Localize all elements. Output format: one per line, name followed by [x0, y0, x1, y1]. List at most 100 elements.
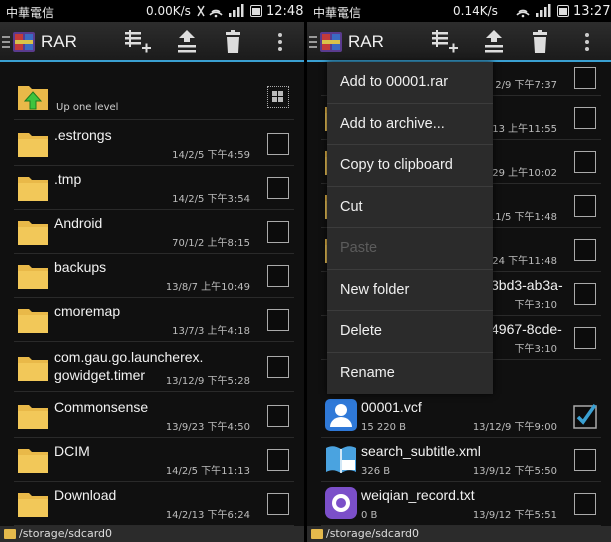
list-item[interactable]: .tmp 14/2/5 下午3:54: [14, 166, 294, 210]
battery-icon: [557, 5, 569, 17]
item-date: 14/2/5 下午3:54: [172, 194, 250, 205]
folder-icon: [311, 529, 323, 539]
extract-icon[interactable]: [172, 28, 202, 56]
list-item[interactable]: DCIM 14/2/5 下午11:13: [14, 438, 294, 482]
item-name: backups: [54, 259, 107, 275]
item-date: 13/12/9 下午5:28: [165, 376, 250, 387]
item-name: cmoremap: [54, 303, 121, 319]
item-name: weiqian_record.txt: [361, 487, 475, 503]
item-size: 0 B: [361, 510, 378, 521]
item-checkbox[interactable]: [574, 195, 596, 217]
item-name-line2: gowidget.timer: [54, 367, 146, 383]
item-name: .estrongs: [54, 127, 112, 143]
status-bar: 中華電信 0.14K/s 13:27: [307, 0, 611, 22]
item-date: 下午3:10: [514, 300, 557, 311]
overflow-menu-icon[interactable]: [577, 28, 597, 56]
current-path: /storage/sdcard0: [326, 527, 420, 540]
item-checkbox[interactable]: [574, 151, 596, 173]
item-checkbox[interactable]: [267, 177, 289, 199]
up-one-level-label: Up one level: [56, 102, 119, 113]
item-checkbox-checked[interactable]: [571, 401, 599, 429]
context-menu: Add to 00001.rar Add to archive... Copy …: [327, 62, 493, 394]
rar-logo-icon[interactable]: [319, 31, 343, 53]
item-date: 29 上午10:02: [492, 168, 557, 179]
menu-cut[interactable]: Cut: [327, 187, 493, 228]
item-name: search_subtitle.xml: [361, 443, 481, 459]
app-title: RAR: [41, 32, 77, 51]
list-item[interactable]: 00001.vcf 15 220 B 13/12/9 下午9:00: [321, 394, 601, 438]
grid-view-toggle[interactable]: [267, 86, 289, 108]
drawer-icon[interactable]: [2, 35, 10, 49]
folder-icon: [18, 221, 48, 245]
folder-icon: [18, 177, 48, 201]
item-checkbox[interactable]: [574, 493, 596, 515]
status-bar: 中華電信 0.00K/s 12:48: [0, 0, 304, 22]
add-to-archive-icon[interactable]: [123, 28, 153, 56]
folder-icon: [4, 529, 16, 539]
file-list: Up one level .estrongs 14/2/5 下午4:59 .tm…: [0, 64, 304, 526]
up-one-level-row[interactable]: Up one level: [14, 72, 294, 120]
item-name: 3bd3-ab3a-: [491, 277, 563, 293]
item-checkbox[interactable]: [574, 107, 596, 129]
signal-icons: [197, 4, 244, 18]
rar-logo-icon[interactable]: [12, 31, 36, 53]
menu-paste: Paste: [327, 228, 493, 270]
item-checkbox[interactable]: [574, 327, 596, 349]
action-bar: RAR: [0, 22, 304, 62]
item-checkbox[interactable]: [267, 265, 289, 287]
item-size: 326 B: [361, 466, 391, 477]
item-name: 4967-8cde-: [491, 321, 562, 337]
trash-icon[interactable]: [525, 28, 555, 56]
list-item[interactable]: Commonsense 13/9/23 下午4:50: [14, 394, 294, 438]
signal-icons: [516, 4, 551, 18]
item-checkbox[interactable]: [267, 449, 289, 471]
item-checkbox[interactable]: [574, 449, 596, 471]
item-date: 14/2/5 下午4:59: [172, 150, 250, 161]
path-bar: /storage/sdcard0: [0, 526, 304, 542]
item-checkbox[interactable]: [267, 493, 289, 515]
extract-icon[interactable]: [479, 28, 509, 56]
item-checkbox[interactable]: [574, 283, 596, 305]
app-title: RAR: [348, 32, 384, 51]
overflow-menu-icon[interactable]: [270, 28, 290, 56]
list-item[interactable]: weiqian_record.txt 0 B 13/9/12 下午5:51: [321, 482, 601, 526]
item-name: DCIM: [54, 443, 90, 459]
list-item[interactable]: Download 14/2/13 下午6:24: [14, 482, 294, 526]
contact-icon: [325, 399, 357, 431]
menu-delete[interactable]: Delete: [327, 311, 493, 353]
folder-icon: [18, 133, 48, 157]
list-item[interactable]: search_subtitle.xml 326 B 13/9/12 下午5:50: [321, 438, 601, 482]
add-to-archive-icon[interactable]: [430, 28, 460, 56]
item-date: 13/9/23 下午4:50: [165, 422, 250, 433]
menu-add-to-archive[interactable]: Add to archive...: [327, 104, 493, 145]
list-item[interactable]: cmoremap 13/7/3 上午4:18: [14, 298, 294, 342]
list-item[interactable]: backups 13/8/7 上午10:49: [14, 254, 294, 298]
item-checkbox[interactable]: [267, 221, 289, 243]
menu-rename[interactable]: Rename: [327, 353, 493, 395]
menu-add-to-rar[interactable]: Add to 00001.rar: [327, 62, 493, 104]
item-date: 13/9/12 下午5:51: [472, 510, 557, 521]
item-checkbox[interactable]: [267, 356, 289, 378]
trash-icon[interactable]: [218, 28, 248, 56]
item-date: 下午3:10: [514, 344, 557, 355]
menu-copy-to-clipboard[interactable]: Copy to clipboard: [327, 145, 493, 187]
item-checkbox[interactable]: [267, 309, 289, 331]
carrier-label: 中華電信: [6, 6, 55, 20]
drawer-icon[interactable]: [309, 35, 317, 49]
item-date: 13/12/9 下午9:00: [472, 422, 557, 433]
up-level-icon: [18, 86, 48, 110]
item-checkbox[interactable]: [574, 67, 596, 89]
list-item[interactable]: com.gau.go.launcherex. gowidget.timer 13…: [14, 342, 294, 392]
item-date: /13 上午11:55: [488, 124, 557, 135]
item-checkbox[interactable]: [267, 405, 289, 427]
menu-new-folder[interactable]: New folder: [327, 270, 493, 311]
item-date: 13/7/3 上午4:18: [172, 326, 250, 337]
list-item[interactable]: Android 70/1/2 上午8:15: [14, 210, 294, 254]
left-screen: 中華電信 0.00K/s 12:48 RAR Up one level .est…: [0, 0, 304, 542]
xml-file-icon: [326, 446, 356, 473]
clock: 13:27: [573, 4, 611, 19]
list-item[interactable]: .estrongs 14/2/5 下午4:59: [14, 122, 294, 166]
item-checkbox[interactable]: [267, 133, 289, 155]
item-name: .tmp: [54, 171, 82, 187]
item-checkbox[interactable]: [574, 239, 596, 261]
